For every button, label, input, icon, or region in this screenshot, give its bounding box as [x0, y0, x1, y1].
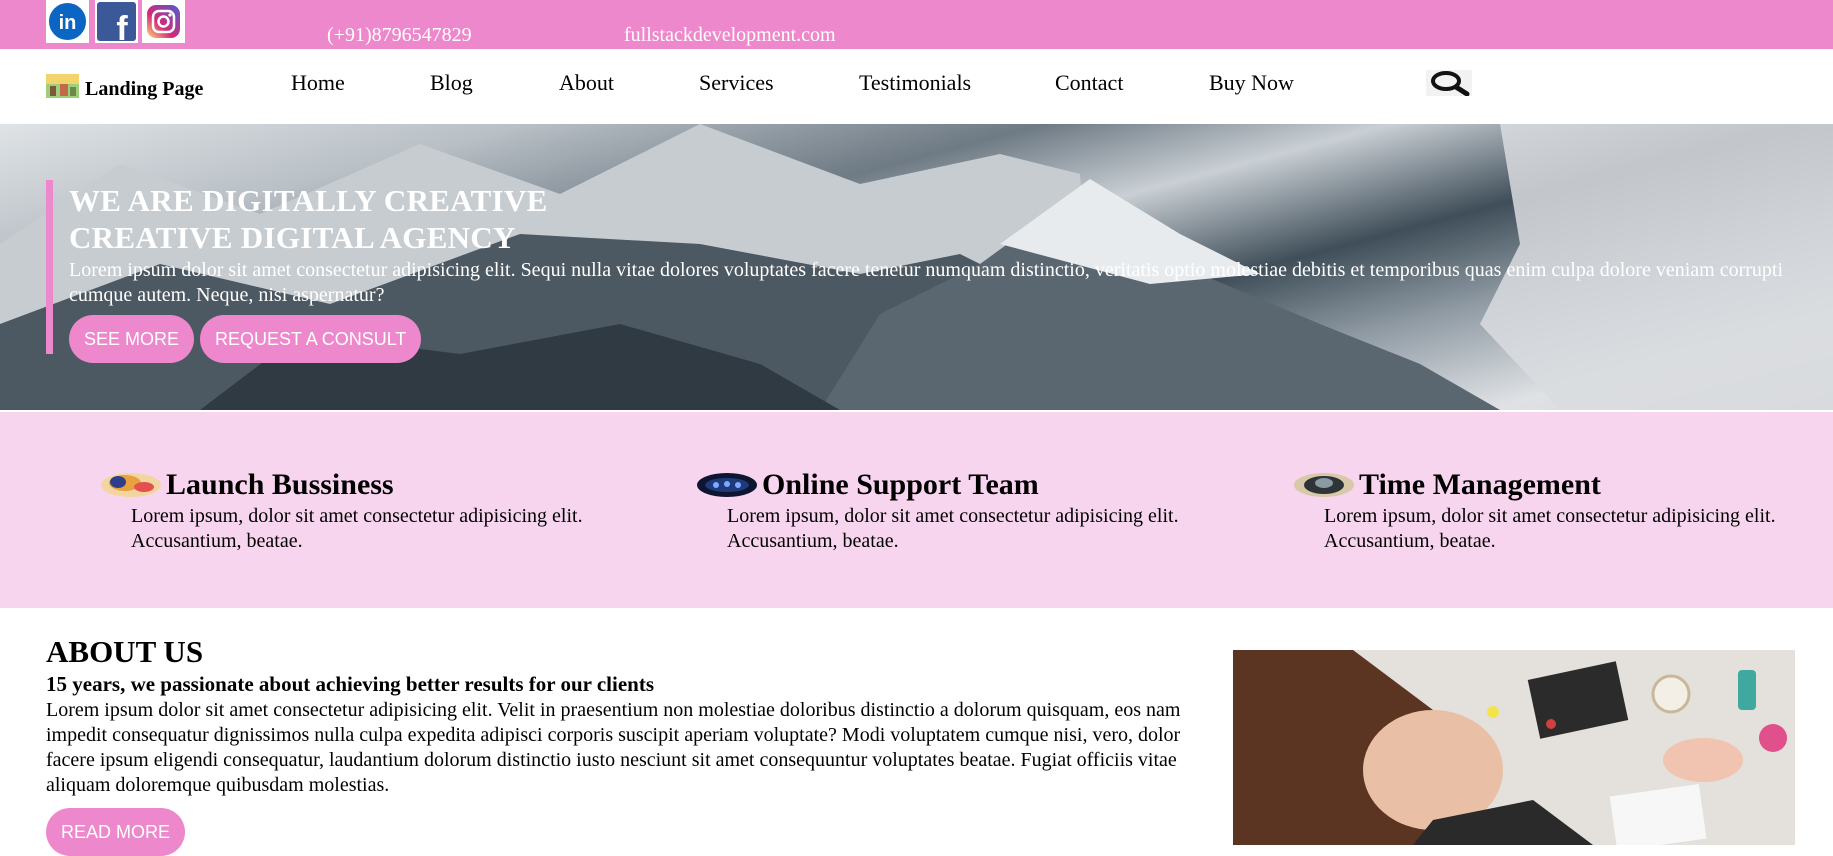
nav-testimonials[interactable]: Testimonials: [859, 70, 971, 96]
brand-name: Landing Page: [85, 77, 204, 100]
hero-title-line-2: CREATIVE DIGITAL AGENCY: [69, 220, 516, 255]
brand-logo-icon: [46, 74, 79, 98]
feature-title: Online Support Team: [762, 468, 1039, 501]
nav-services[interactable]: Services: [699, 70, 774, 96]
nav-home[interactable]: Home: [291, 70, 345, 96]
features-section: Launch Bussiness Lorem ipsum, dolor sit …: [0, 410, 1833, 610]
hero-banner: WE ARE DIGITALLY CREATIVE CREATIVE DIGIT…: [0, 124, 1833, 410]
hero-title-line-1: WE ARE DIGITALLY CREATIVE: [69, 183, 548, 218]
launch-business-icon: [101, 473, 161, 497]
navbar: Landing Page Home Blog About Services Te…: [0, 49, 1833, 124]
facebook-icon[interactable]: f: [95, 0, 138, 43]
website-link[interactable]: fullstackdevelopment.com: [624, 24, 836, 47]
instagram-icon[interactable]: [142, 0, 185, 43]
phone-number[interactable]: (+91)8796547829: [327, 24, 472, 47]
about-section: ABOUT US 15 years, we passionate about a…: [0, 608, 1833, 856]
svg-text:in: in: [59, 12, 77, 34]
linkedin-icon[interactable]: in: [46, 0, 89, 43]
feature-text: Lorem ipsum, dolor sit amet consectetur …: [131, 505, 583, 552]
hero-title: WE ARE DIGITALLY CREATIVE CREATIVE DIGIT…: [69, 180, 1786, 256]
nav-buy-now[interactable]: Buy Now: [1209, 70, 1294, 96]
nav-blog[interactable]: Blog: [430, 70, 473, 96]
feature-text: Lorem ipsum, dolor sit amet consectetur …: [727, 505, 1179, 552]
about-text: Lorem ipsum dolor sit amet consectetur a…: [46, 699, 1181, 796]
read-more-button[interactable]: READ MORE: [46, 808, 186, 856]
hero-content: WE ARE DIGITALLY CREATIVE CREATIVE DIGIT…: [46, 180, 1786, 363]
online-support-icon: [697, 473, 757, 497]
time-management-icon: [1294, 473, 1354, 497]
svg-text:f: f: [116, 10, 128, 43]
top-bar: in f (+91)8796547829 fullstackdevelopmen…: [0, 0, 1833, 49]
about-image: [1233, 650, 1795, 845]
hero-text: Lorem ipsum dolor sit amet consectetur a…: [69, 259, 1784, 306]
feature-launch-business: Launch Bussiness Lorem ipsum, dolor sit …: [100, 468, 620, 554]
feature-time-management: Time Management Lorem ipsum, dolor sit a…: [1293, 468, 1813, 554]
feature-text: Lorem ipsum, dolor sit amet consectetur …: [1324, 505, 1776, 552]
about-photo: [1233, 650, 1795, 845]
nav-contact[interactable]: Contact: [1055, 70, 1123, 96]
feature-online-support: Online Support Team Lorem ipsum, dolor s…: [696, 468, 1216, 554]
search-icon[interactable]: [1426, 70, 1472, 96]
about-title: ABOUT US: [46, 634, 204, 669]
nav-about[interactable]: About: [559, 70, 614, 96]
brand[interactable]: Landing Page: [46, 71, 203, 101]
see-more-button[interactable]: SEE MORE: [69, 315, 195, 363]
request-consult-button[interactable]: REQUEST A CONSULT: [200, 315, 422, 363]
feature-title: Time Management: [1359, 468, 1601, 501]
feature-title: Launch Bussiness: [166, 468, 394, 501]
about-subtitle: 15 years, we passionate about achieving …: [46, 672, 654, 696]
